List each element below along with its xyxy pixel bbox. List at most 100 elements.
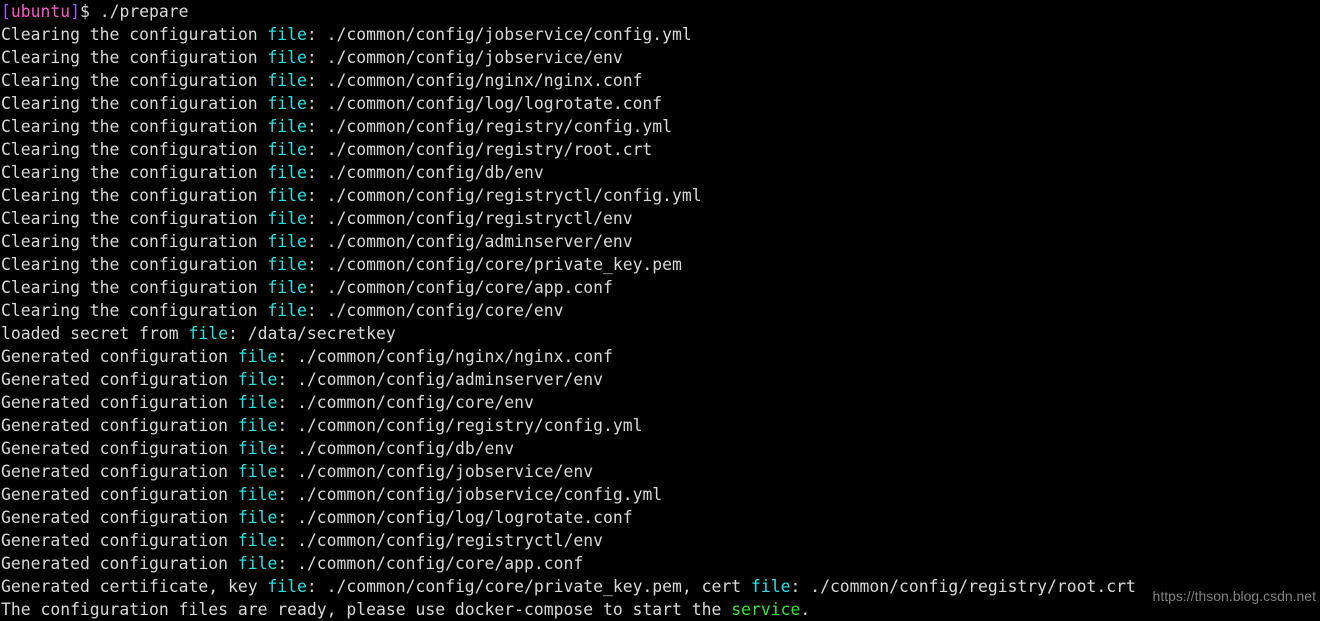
terminal-output-line: Clearing the configuration file: ./commo…	[0, 299, 1320, 322]
line-text-pre: Generated configuration	[1, 554, 238, 573]
line-text-post: : ./common/config/core/app.conf	[277, 554, 584, 573]
line-keyword-file: file	[267, 255, 307, 274]
line-text-pre: Clearing the configuration	[1, 117, 268, 136]
line-text-pre: Generated configuration	[1, 462, 238, 481]
line-text-pre: Clearing the configuration	[1, 255, 268, 274]
line-keyword-file: file	[267, 117, 307, 136]
line-keyword-file: file	[267, 48, 307, 67]
line-text-post: : ./common/config/registry/config.yml	[306, 117, 673, 136]
terminal-output-line: Generated configuration file: ./common/c…	[0, 345, 1320, 368]
line-text-post: : ./common/config/adminserver/env	[277, 370, 603, 389]
line-text-post: : ./common/config/registryctl/config.yml	[306, 186, 702, 205]
line-keyword-file: file	[267, 94, 307, 113]
line-text-post: : ./common/config/log/logrotate.conf	[277, 508, 633, 527]
line-keyword-file: file	[267, 163, 307, 182]
terminal-output-line: Generated configuration file: ./common/c…	[0, 529, 1320, 552]
line-text-pre: Generated configuration	[1, 416, 238, 435]
line-text-post: : ./common/config/adminserver/env	[306, 232, 633, 251]
line-text-pre: Generated configuration	[1, 531, 238, 550]
line-keyword-file: file	[237, 508, 278, 527]
line-keyword-service: service	[731, 600, 801, 619]
line-text-post: : ./common/config/db/env	[306, 163, 544, 182]
line-text-post: : ./common/config/log/logrotate.conf	[306, 94, 663, 113]
terminal-output-line: Clearing the configuration file: ./commo…	[0, 23, 1320, 46]
prompt-command: ./prepare	[89, 2, 189, 21]
line-text-post: : ./common/config/core/app.conf	[306, 278, 613, 297]
terminal-output-line: Generated configuration file: ./common/c…	[0, 483, 1320, 506]
terminal-output-line: Generated certificate, key file: ./commo…	[0, 575, 1320, 598]
terminal-output-line: Clearing the configuration file: ./commo…	[0, 138, 1320, 161]
line-text-pre: Generated configuration	[1, 347, 238, 366]
terminal-output-line: Clearing the configuration file: ./commo…	[0, 207, 1320, 230]
terminal-output-line: Clearing the configuration file: ./commo…	[0, 92, 1320, 115]
line-keyword-file: file	[237, 393, 278, 412]
prompt-symbol: $	[79, 2, 90, 21]
line-keyword-file: file	[237, 462, 278, 481]
line-text-post: : ./common/config/jobservice/env	[277, 462, 594, 481]
line-text-pre: Clearing the configuration	[1, 163, 268, 182]
line-text-pre: Generated configuration	[1, 370, 238, 389]
line-keyword-file: file	[267, 577, 307, 596]
line-keyword-file: file	[267, 232, 307, 251]
line-text-post: .	[800, 600, 811, 619]
line-text-post: : ./common/config/nginx/nginx.conf	[306, 71, 643, 90]
terminal-output-line: Clearing the configuration file: ./commo…	[0, 253, 1320, 276]
terminal-output-line: Generated configuration file: ./common/c…	[0, 437, 1320, 460]
line-text-pre: Clearing the configuration	[1, 301, 268, 320]
line-text-post: : ./common/config/nginx/nginx.conf	[277, 347, 613, 366]
line-text-post: : ./common/config/jobservice/config.yml	[277, 485, 663, 504]
terminal-output-line: Clearing the configuration file: ./commo…	[0, 69, 1320, 92]
line-text-pre: Clearing the configuration	[1, 186, 268, 205]
line-text-pre: The configuration files are ready, pleas…	[1, 600, 732, 619]
line-text-pre: Generated configuration	[1, 393, 238, 412]
line-keyword-file: file	[237, 416, 278, 435]
line-keyword-file: file	[267, 25, 307, 44]
line-keyword-file: file	[237, 439, 278, 458]
line-keyword-file: file	[267, 186, 307, 205]
line-keyword-file: file	[267, 301, 307, 320]
terminal-output-line: Generated configuration file: ./common/c…	[0, 368, 1320, 391]
line-text-pre: Clearing the configuration	[1, 71, 268, 90]
line-keyword-file: file	[237, 531, 278, 550]
line-keyword-file: file	[237, 347, 278, 366]
line-text-pre: Generated configuration	[1, 439, 238, 458]
line-text-pre: Clearing the configuration	[1, 209, 268, 228]
line-text-post: : /data/secretkey	[227, 324, 396, 343]
line-text-pre: Generated configuration	[1, 508, 238, 527]
line-text-pre: Generated configuration	[1, 485, 238, 504]
line-keyword-file: file	[237, 485, 278, 504]
line-text-pre: Clearing the configuration	[1, 232, 268, 251]
line-text-pre: Clearing the configuration	[1, 140, 268, 159]
line-text-post: : ./common/config/db/env	[277, 439, 515, 458]
terminal-output-line: Clearing the configuration file: ./commo…	[0, 161, 1320, 184]
terminal-output-line: Generated configuration file: ./common/c…	[0, 460, 1320, 483]
prompt-bracket-close: ]	[70, 2, 80, 21]
line-text-pre: Clearing the configuration	[1, 48, 268, 67]
line-keyword-file: file	[267, 209, 307, 228]
terminal-window[interactable]: [ubuntu]$ ./prepare Clearing the configur…	[0, 0, 1320, 621]
line-text-pre: loaded secret from	[1, 324, 189, 343]
terminal-output-line: Clearing the configuration file: ./commo…	[0, 276, 1320, 299]
line-keyword-file: file	[267, 278, 307, 297]
line-keyword-file: file	[267, 140, 307, 159]
line-text-mid: : ./common/config/core/private_key.pem, …	[306, 577, 751, 596]
terminal-output-line: Clearing the configuration file: ./commo…	[0, 230, 1320, 253]
line-text-post: : ./common/config/core/env	[277, 393, 534, 412]
terminal-output-line: Generated configuration file: ./common/c…	[0, 414, 1320, 437]
line-text-post: : ./common/config/core/env	[306, 301, 564, 320]
line-text-post: : ./common/config/registryctl/env	[277, 531, 603, 550]
line-keyword-file: file	[267, 71, 307, 90]
line-text-post: : ./common/config/registryctl/env	[306, 209, 633, 228]
line-text-pre: Generated certificate, key	[1, 577, 268, 596]
terminal-output-line: loaded secret from file: /data/secretkey	[0, 322, 1320, 345]
terminal-output-line: Clearing the configuration file: ./commo…	[0, 46, 1320, 69]
terminal-output-line: Clearing the configuration file: ./commo…	[0, 115, 1320, 138]
line-keyword-file: file	[188, 324, 228, 343]
line-keyword-file: file	[237, 370, 278, 389]
terminal-output: [ubuntu]$ ./prepare Clearing the configur…	[0, 0, 1320, 621]
terminal-output-line: Generated configuration file: ./common/c…	[0, 506, 1320, 529]
prompt-host-name: ubuntu	[10, 2, 71, 21]
line-text-pre: Clearing the configuration	[1, 25, 268, 44]
line-text-post: : ./common/config/jobservice/env	[306, 48, 623, 67]
line-text-post: : ./common/config/jobservice/config.yml	[306, 25, 692, 44]
